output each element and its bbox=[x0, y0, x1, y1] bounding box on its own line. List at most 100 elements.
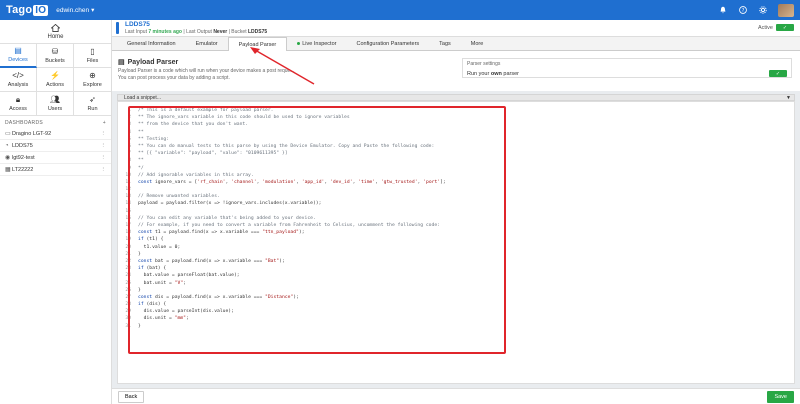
code-editor[interactable]: 1 /* This is a default example for payloa… bbox=[117, 101, 795, 384]
code-text: const ignore_vars = ['rf_chain', 'channe… bbox=[138, 179, 446, 185]
bucket-value[interactable]: LDDS75 bbox=[248, 29, 267, 35]
dashboard-item[interactable]: ◉ lgt92-test ⋮ bbox=[0, 152, 111, 164]
last-input-value: 7 minutes ago bbox=[148, 29, 182, 35]
sidebar-tile-analysis[interactable]: </> Analysis bbox=[0, 68, 37, 92]
code-text: ** Testing: bbox=[138, 136, 170, 142]
tab-tags[interactable]: Tags bbox=[429, 37, 461, 50]
code-line[interactable]: 31} bbox=[125, 323, 446, 330]
tab-more[interactable]: More bbox=[461, 37, 494, 50]
line-number: 1 bbox=[128, 108, 131, 113]
avatar[interactable] bbox=[778, 3, 794, 17]
active-toggle: Active ✓ bbox=[758, 24, 794, 31]
line-number: 6 bbox=[128, 143, 131, 149]
bell-icon[interactable] bbox=[718, 5, 728, 15]
tab-general-information[interactable]: General Information bbox=[117, 37, 186, 50]
line-number: 10 bbox=[125, 172, 131, 178]
code-line[interactable]: 7 ** [{ "variable": "payload", "value": "… bbox=[128, 150, 446, 157]
code-line[interactable]: 5 ** Testing: bbox=[128, 136, 446, 143]
code-line[interactable]: 30 dis.unit = "mm"; bbox=[125, 315, 446, 322]
sidebar-tile-access[interactable]: 🔒︎ Access bbox=[0, 92, 37, 116]
code-line[interactable]: 13 // Remove unwanted variables. bbox=[125, 193, 446, 200]
settings-gear-icon[interactable] bbox=[758, 5, 768, 15]
code-line[interactable]: 4 ** bbox=[128, 129, 446, 136]
user-name: edwin.chen bbox=[56, 6, 90, 14]
code-line[interactable]: 9 */ bbox=[128, 165, 446, 172]
code-text: bat.value = parseFloat(bat.value); bbox=[138, 273, 240, 279]
code-line[interactable]: 19 if (t1) { bbox=[125, 236, 446, 243]
dashboard-item[interactable]: ▦ LT22222 ⋮ bbox=[0, 164, 111, 176]
user-menu[interactable]: edwin.chen ▾ bbox=[56, 6, 94, 15]
back-button[interactable]: Back bbox=[118, 390, 145, 403]
code-line[interactable]: 14 payload = payload.filter(x => !ignore_… bbox=[125, 200, 446, 207]
sidebar-tile-actions[interactable]: ⚡ Actions bbox=[37, 68, 74, 92]
code-text: if (bat) { bbox=[138, 266, 167, 272]
code-text: dis.unit = "mm"; bbox=[138, 316, 189, 322]
sidebar-tile-files[interactable]: ▯ Files bbox=[74, 44, 111, 68]
sidebar-tile-run[interactable]: ➶ Run bbox=[74, 92, 111, 116]
code-line[interactable]: 2 ** The ignore_vars variable in this cod… bbox=[128, 114, 446, 121]
active-switch[interactable]: ✓ bbox=[776, 24, 794, 31]
code-line[interactable]: 25 bat.unit = "V"; bbox=[125, 280, 446, 287]
code-line[interactable]: 11 const ignore_vars = ['rf_chain', 'chan… bbox=[125, 179, 446, 186]
code-line[interactable]: 26} bbox=[125, 287, 446, 294]
code-line[interactable]: 29 dis.value = parseInt(dis.value); bbox=[125, 308, 446, 315]
code-line[interactable]: 8 ** bbox=[128, 157, 446, 164]
sidebar-home[interactable]: Home bbox=[0, 20, 111, 44]
parser-settings: Parser settings Run your own parser ✓ bbox=[462, 58, 792, 78]
dashboard-item[interactable]: ◔ LDDS75 ⋮ bbox=[0, 140, 111, 152]
add-dashboard-icon[interactable]: + bbox=[103, 120, 106, 126]
lock-icon: 🔒︎ bbox=[15, 94, 21, 104]
tile-label: Files bbox=[86, 57, 99, 64]
help-icon[interactable]: ? bbox=[738, 5, 748, 15]
dashboard-item[interactable]: ▭ Dragino LGT-92 ⋮ bbox=[0, 128, 111, 140]
sidebar-tile-users[interactable]: 👥︎ Users bbox=[37, 92, 74, 116]
line-number: 29 bbox=[125, 309, 131, 315]
code-text: } bbox=[138, 287, 141, 293]
code-line[interactable]: 28 if (dis) { bbox=[125, 301, 446, 308]
code-text: // Remove unwanted variables. bbox=[138, 194, 220, 200]
more-vertical-icon[interactable]: ⋮ bbox=[101, 167, 107, 173]
tile-label: Run bbox=[87, 105, 98, 112]
tago-logo[interactable]: Tago IO bbox=[6, 4, 49, 16]
run-own-parser-row: Run your own parser ✓ bbox=[467, 70, 787, 77]
code-line[interactable]: 24 bat.value = parseFloat(bat.value); bbox=[125, 272, 446, 279]
logo-text: Tago bbox=[6, 4, 33, 16]
sidebar-tile-buckets[interactable]: ⛁ Buckets bbox=[37, 44, 74, 68]
code-line[interactable]: 15 bbox=[125, 208, 446, 215]
code-line[interactable]: 18 const t1 = payload.find(x => x.variabl… bbox=[125, 229, 446, 236]
code-line[interactable]: 20 t1.value = 0; bbox=[125, 244, 446, 251]
sidebar-tile-devices[interactable]: ▤ Devices bbox=[0, 44, 37, 68]
save-button[interactable]: Save bbox=[767, 390, 794, 403]
code-line[interactable]: 23 if (bat) { bbox=[125, 265, 446, 272]
load-snippet-select[interactable]: Load a snippet... ▼ bbox=[117, 94, 795, 101]
code-text: ** from the device that you don't want. bbox=[138, 122, 249, 128]
code-text: const dis = payload.find(x => x.variable… bbox=[138, 294, 299, 300]
more-vertical-icon[interactable]: ⋮ bbox=[101, 131, 107, 137]
more-vertical-icon[interactable]: ⋮ bbox=[101, 143, 107, 149]
code-line[interactable]: 27 const dis = payload.find(x => x.variab… bbox=[125, 294, 446, 301]
tab-live-inspector[interactable]: Live Inspector bbox=[287, 37, 346, 50]
code-line[interactable]: 3 ** from the device that you don't want. bbox=[128, 121, 446, 128]
code-line[interactable]: 6 ** You can do manual tests to this pars… bbox=[128, 143, 446, 150]
tab-configuration-parameters[interactable]: Configuration Parameters bbox=[346, 37, 429, 50]
tab-payload-parser[interactable]: Payload Parser bbox=[227, 37, 288, 51]
tab-emulator[interactable]: Emulator bbox=[186, 37, 228, 50]
tab-label: Emulator bbox=[195, 40, 218, 47]
tile-label: Users bbox=[47, 105, 63, 112]
code-text: const bat = payload.find(x => x.variable… bbox=[138, 258, 285, 264]
code-line[interactable]: 1 /* This is a default example for payloa… bbox=[128, 107, 446, 114]
dashboard-icon: ▦ bbox=[5, 167, 11, 173]
more-vertical-icon[interactable]: ⋮ bbox=[101, 155, 107, 161]
code-line[interactable]: 21} bbox=[125, 251, 446, 258]
code-line[interactable]: 12 bbox=[125, 186, 446, 193]
code-line[interactable]: 10 // Add ignorable variables in this arr… bbox=[125, 172, 446, 179]
sidebar-tile-explore[interactable]: ⊕ Explore bbox=[74, 68, 111, 92]
tab-label: Tags bbox=[439, 40, 451, 47]
code-text: ** [{ "variable": "payload", "value": "0… bbox=[138, 151, 288, 157]
active-label: Active bbox=[758, 24, 773, 31]
code-line[interactable]: 22 const bat = payload.find(x => x.variab… bbox=[125, 258, 446, 265]
code-line[interactable]: 17 // For example, if you need to convert… bbox=[125, 222, 446, 229]
code-line[interactable]: 16 // You can edit any variable that's be… bbox=[125, 215, 446, 222]
run-own-parser-switch[interactable]: ✓ bbox=[769, 70, 787, 77]
code-content[interactable]: 1 /* This is a default example for payloa… bbox=[125, 107, 446, 330]
